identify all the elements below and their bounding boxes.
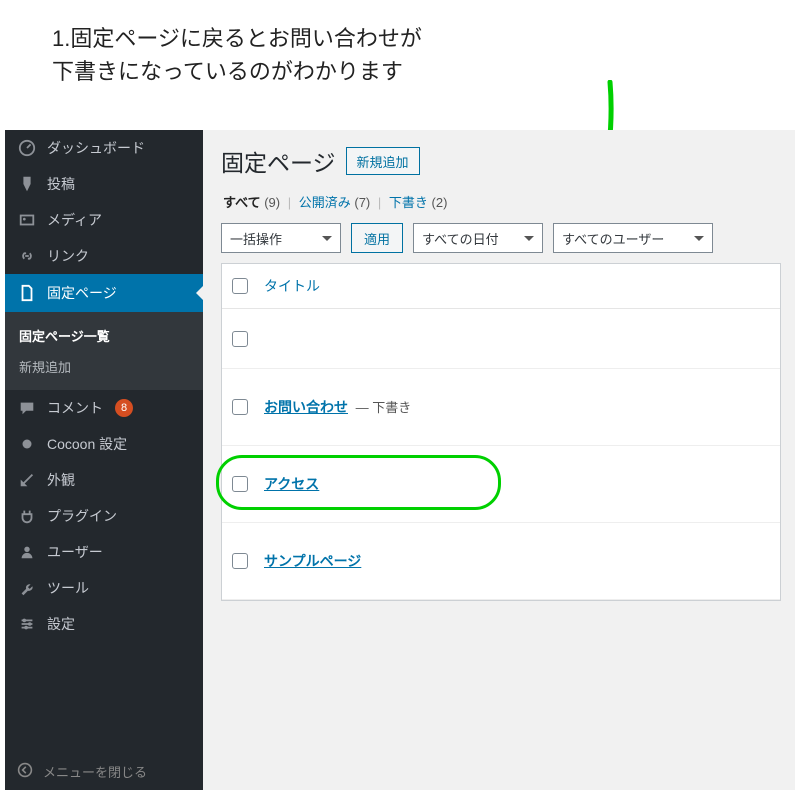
dashboard-icon <box>17 139 37 157</box>
sliders-icon <box>17 615 37 633</box>
sidebar-item-pages[interactable]: 固定ページ <box>5 274 203 312</box>
row-checkbox[interactable] <box>232 399 248 415</box>
row-status: — 下書き <box>356 400 412 415</box>
plug-icon <box>17 507 37 525</box>
sidebar-item-label: メディア <box>47 210 102 230</box>
sidebar-item-tools[interactable]: ツール <box>5 570 203 606</box>
collapse-label: メニューを閉じる <box>43 762 147 781</box>
brush-icon <box>17 471 37 489</box>
sidebar-item-label: ダッシュボード <box>47 138 145 158</box>
sidebar-item-label: ユーザー <box>47 542 103 562</box>
sidebar-item-posts[interactable]: 投稿 <box>5 166 203 202</box>
row-checkbox[interactable] <box>232 476 248 492</box>
sidebar-item-plugins[interactable]: プラグイン <box>5 498 203 534</box>
row-checkbox[interactable] <box>232 553 248 569</box>
sidebar-item-label: 固定ページ <box>47 283 117 303</box>
sidebar-item-comments[interactable]: コメント 8 <box>5 390 203 426</box>
sidebar-item-label: 設定 <box>47 614 75 634</box>
sidebar-item-links[interactable]: リンク <box>5 238 203 274</box>
sidebar-item-dashboard[interactable]: ダッシュボード <box>5 130 203 166</box>
row-title-link[interactable]: サンプルページ <box>264 551 361 571</box>
table-row[interactable]: サンプルページ <box>222 523 780 600</box>
sidebar-submenu: 固定ページ一覧 新規追加 <box>5 312 203 390</box>
collapse-menu[interactable]: メニューを閉じる <box>5 752 203 790</box>
add-new-button[interactable]: 新規追加 <box>346 147 420 175</box>
select-all-checkbox[interactable] <box>232 278 248 294</box>
link-icon <box>17 247 37 265</box>
sidebar-item-media[interactable]: メディア <box>5 202 203 238</box>
submenu-item-page-list[interactable]: 固定ページ一覧 <box>5 320 203 351</box>
sidebar-item-cocoon[interactable]: Cocoon 設定 <box>5 426 203 462</box>
user-filter-select[interactable]: すべてのユーザー <box>553 223 713 253</box>
status-filter: すべて (9) | 公開済み (7) | 下書き (2) <box>223 192 779 211</box>
annotation-text: 1.固定ページに戻るとお問い合わせが 下書きになっているのがわかります <box>52 22 422 88</box>
dot-icon <box>17 435 37 453</box>
sidebar-item-label: 投稿 <box>47 174 75 194</box>
main-content: 固定ページ 新規追加 すべて (9) | 公開済み (7) | 下書き (2) … <box>203 130 795 790</box>
sidebar-item-label: プラグイン <box>47 506 117 526</box>
table-row[interactable]: アクセス <box>222 446 780 523</box>
pin-icon <box>17 175 37 193</box>
pages-table: タイトル お問い合わせ — 下書き アクセス サンプルページ <box>221 263 781 601</box>
collapse-icon <box>17 762 33 781</box>
filter-published[interactable]: 公開済み <box>299 195 351 210</box>
filter-draft[interactable]: 下書き <box>389 195 428 210</box>
row-title-link[interactable]: お問い合わせ <box>264 399 348 415</box>
date-filter-select[interactable]: すべての日付 <box>413 223 543 253</box>
table-row[interactable]: お問い合わせ — 下書き <box>222 369 780 446</box>
page-title: 固定ページ <box>221 144 336 178</box>
sidebar-item-appearance[interactable]: 外観 <box>5 462 203 498</box>
table-nav: 一括操作 適用 すべての日付 すべてのユーザー <box>221 223 781 253</box>
wp-admin-frame: ダッシュボード 投稿 メディア リンク 固定ページ 固 <box>5 130 795 790</box>
sidebar-item-label: Cocoon 設定 <box>47 434 127 454</box>
comment-icon <box>17 399 37 417</box>
apply-button[interactable]: 適用 <box>351 223 403 253</box>
table-row[interactable] <box>222 309 780 369</box>
column-title[interactable]: タイトル <box>264 276 320 296</box>
sidebar-item-label: リンク <box>47 246 89 266</box>
sidebar-item-label: 外観 <box>47 470 75 490</box>
admin-sidebar: ダッシュボード 投稿 メディア リンク 固定ページ 固 <box>5 130 203 790</box>
submenu-item-add-new[interactable]: 新規追加 <box>5 351 203 382</box>
media-icon <box>17 211 37 229</box>
row-title-link[interactable]: アクセス <box>264 474 319 494</box>
row-checkbox[interactable] <box>232 331 248 347</box>
sidebar-item-label: ツール <box>47 578 89 598</box>
sidebar-item-users[interactable]: ユーザー <box>5 534 203 570</box>
filter-all[interactable]: すべて <box>223 195 261 210</box>
wrench-icon <box>17 579 37 597</box>
page-icon <box>17 284 37 302</box>
sidebar-item-settings[interactable]: 設定 <box>5 606 203 642</box>
user-icon <box>17 543 37 561</box>
sidebar-item-label: コメント <box>47 398 103 418</box>
comments-count-badge: 8 <box>115 399 133 417</box>
bulk-action-select[interactable]: 一括操作 <box>221 223 341 253</box>
table-header: タイトル <box>222 264 780 309</box>
